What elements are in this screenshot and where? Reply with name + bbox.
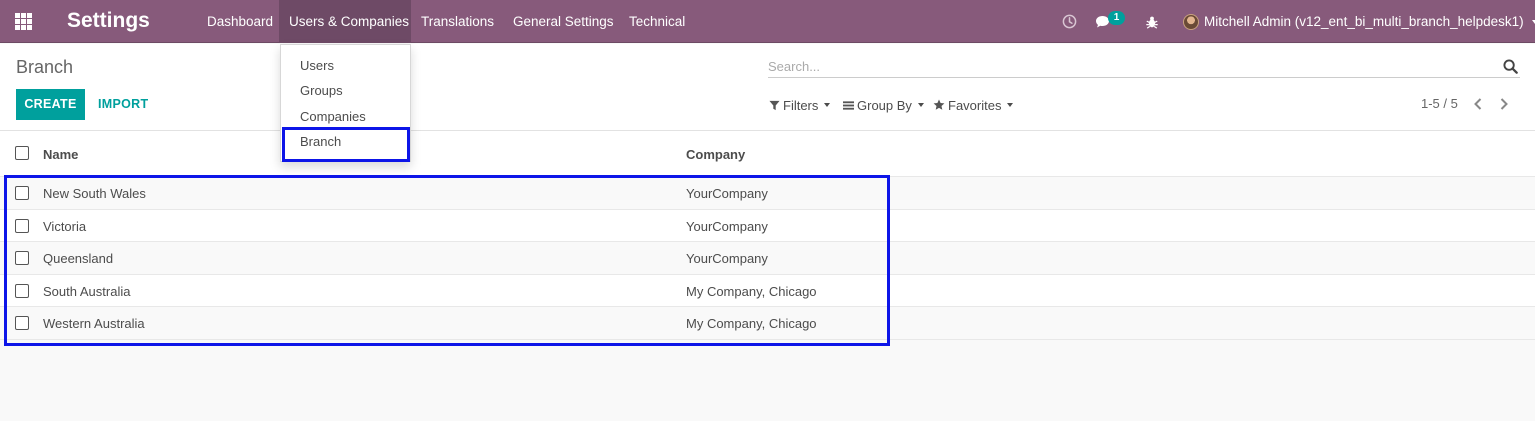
group-by-label: Group By [857, 97, 912, 113]
filters-button[interactable]: Filters [769, 96, 831, 114]
chevron-right-icon[interactable] [1497, 96, 1511, 112]
favorites-caret-icon [1007, 103, 1014, 107]
dropdown-item-companies[interactable]: Companies [300, 109, 366, 124]
app-title: Settings [67, 9, 150, 32]
favorites-button[interactable]: Favorites [933, 96, 1014, 114]
favorites-label: Favorites [948, 97, 1002, 113]
rows-highlight [4, 175, 890, 346]
group-by-button[interactable]: Group By [843, 96, 924, 114]
column-header-company[interactable]: Company [686, 147, 745, 162]
chat-count-badge: 1 [1108, 11, 1125, 25]
select-all-checkbox[interactable] [15, 146, 29, 160]
user-menu[interactable]: Mitchell Admin (v12_ent_bi_multi_branch_… [1183, 0, 1535, 43]
pager-value[interactable]: 1-5 / 5 [1421, 96, 1458, 111]
bug-icon[interactable] [1143, 0, 1161, 43]
list-header: Name Company [0, 131, 1535, 177]
main-navbar: Settings Dashboard Users & Companies Tra… [0, 0, 1535, 43]
menu-users-companies[interactable]: Users & Companies [279, 0, 411, 43]
user-name: Mitchell Admin (v12_ent_bi_multi_branch_… [1204, 14, 1524, 29]
search-input[interactable] [768, 55, 1488, 77]
list-icon [843, 100, 854, 111]
star-icon [933, 99, 945, 111]
branch-menu-highlight [282, 127, 410, 162]
filters-caret-icon [824, 103, 831, 107]
filter-icon [769, 100, 780, 111]
import-button[interactable]: IMPORT [98, 89, 148, 120]
breadcrumb: Branch [16, 57, 74, 77]
search-bar [768, 55, 1520, 78]
activity-clock-icon[interactable] [1060, 0, 1078, 43]
menu-translations[interactable]: Translations [411, 0, 504, 43]
dropdown-item-groups[interactable]: Groups [300, 83, 343, 98]
search-icon[interactable] [1503, 59, 1518, 74]
control-panel: Branch CREATE IMPORT Filters Group By Fa… [0, 44, 1535, 131]
chevron-left-icon[interactable] [1471, 96, 1485, 112]
apps-grid-icon[interactable] [15, 13, 32, 30]
avatar [1183, 13, 1199, 30]
create-button[interactable]: CREATE [16, 89, 85, 120]
filters-label: Filters [783, 97, 819, 113]
group-by-caret-icon [917, 103, 924, 107]
column-header-name[interactable]: Name [43, 147, 78, 162]
menu-general-settings[interactable]: General Settings [503, 0, 624, 43]
menu-technical[interactable]: Technical [619, 0, 695, 43]
dropdown-item-users[interactable]: Users [300, 58, 334, 73]
menu-dashboard[interactable]: Dashboard [197, 0, 283, 43]
